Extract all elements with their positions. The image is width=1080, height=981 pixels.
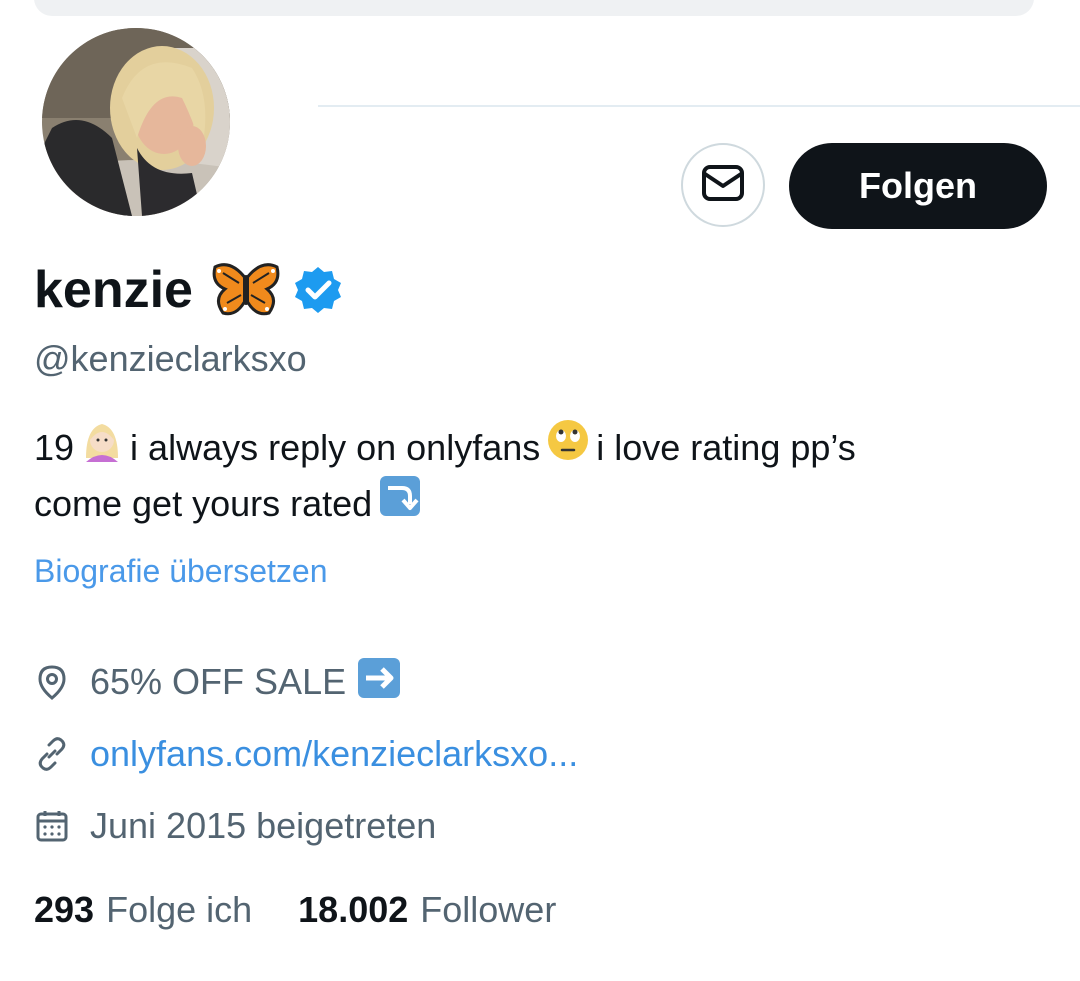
right-arrow-emoji-icon [356, 656, 402, 709]
link-icon [34, 736, 70, 772]
website-row[interactable]: onlyfans.com/kenzieclarksxo... [34, 729, 578, 779]
website-link[interactable]: onlyfans.com/kenzieclarksxo... [90, 733, 578, 775]
bio: 19 i always reply on onlyfans i love rat… [34, 420, 1044, 532]
translate-bio-link[interactable]: Biografie übersetzen [34, 553, 328, 590]
display-name: kenzie [34, 261, 193, 319]
butterfly-icon [211, 259, 281, 321]
avatar-photo [42, 28, 230, 216]
user-handle: @kenzieclarksxo [34, 338, 307, 379]
envelope-icon [701, 164, 745, 207]
banner-edge [318, 105, 1080, 107]
avatar[interactable] [38, 24, 234, 220]
follow-button[interactable]: Folgen [789, 143, 1047, 229]
arrow-curving-down-emoji-icon [378, 474, 422, 534]
followers-label: Follower [420, 889, 557, 930]
following-count: 293 [34, 889, 95, 930]
search-bar[interactable] [34, 0, 1034, 16]
location-row: 65% OFF SALE [34, 657, 408, 707]
followers-count: 18.002 [298, 889, 409, 930]
following-label: Folge ich [106, 889, 253, 930]
verified-badge-icon[interactable] [293, 265, 343, 315]
joined-text: Juni 2015 beigetreten [90, 805, 437, 846]
bio-text-reply: i always reply on onlyfans [130, 427, 541, 468]
bio-text-rating: i love rating pp’s [596, 427, 856, 468]
bio-text-rated: come get yours rated [34, 483, 373, 524]
location-pin-icon [34, 664, 70, 700]
woman-blond-emoji-icon [80, 418, 124, 478]
rolling-eyes-emoji-icon [546, 418, 590, 478]
name-row: kenzie [34, 255, 343, 325]
following-stat[interactable]: 293 Folge ich [34, 889, 252, 931]
joined-row: Juni 2015 beigetreten [34, 801, 436, 851]
message-button[interactable] [681, 143, 765, 227]
bio-text-age: 19 [34, 427, 75, 468]
location-text: 65% OFF SALE [90, 661, 347, 702]
followers-stat[interactable]: 18.002 Follower [298, 889, 556, 931]
calendar-icon [34, 808, 70, 844]
follow-stats: 293 Folge ich 18.002 Follower [34, 885, 556, 935]
